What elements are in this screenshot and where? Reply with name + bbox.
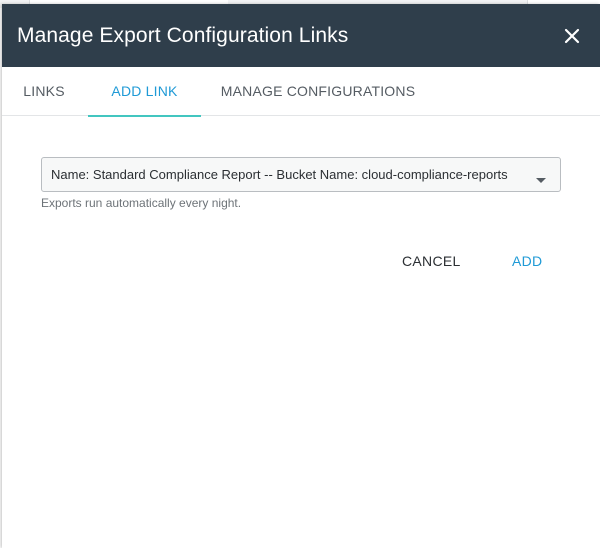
- tab-add-link[interactable]: ADD LINK: [88, 67, 201, 117]
- dialog-title: Manage Export Configuration Links: [17, 24, 349, 47]
- tab-bar: LINKS ADD LINK MANAGE CONFIGURATIONS: [2, 67, 600, 117]
- caret-down-icon[interactable]: [535, 171, 547, 183]
- tab-label: ADD LINK: [111, 83, 178, 99]
- configuration-select-value: Name: Standard Compliance Report -- Buck…: [51, 167, 508, 182]
- configuration-select[interactable]: Name: Standard Compliance Report -- Buck…: [41, 157, 561, 192]
- tab-label: LINKS: [23, 83, 65, 99]
- select-hint-text: Exports run automatically every night.: [41, 196, 242, 210]
- tab-label: MANAGE CONFIGURATIONS: [220, 83, 416, 99]
- export-links-dialog: Manage Export Configuration Links LINKS …: [2, 4, 600, 548]
- close-icon[interactable]: [562, 26, 582, 46]
- tab-manage-configurations[interactable]: MANAGE CONFIGURATIONS: [212, 67, 424, 116]
- add-button[interactable]: ADD: [512, 248, 542, 274]
- dialog-header: Manage Export Configuration Links: [2, 4, 600, 67]
- tab-links[interactable]: LINKS: [4, 67, 84, 116]
- active-tab-indicator: [88, 115, 201, 117]
- cancel-button[interactable]: CANCEL: [402, 248, 461, 274]
